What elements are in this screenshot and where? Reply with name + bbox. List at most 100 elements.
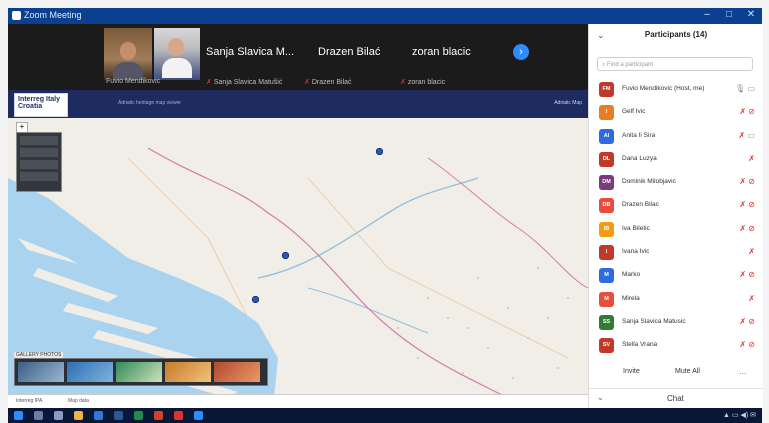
header-right-label: Adriatic Map	[554, 100, 582, 106]
participant-name: Iva Biletic	[622, 224, 650, 232]
powerpoint-icon[interactable]	[154, 411, 163, 420]
zoom-taskbar-icon[interactable]	[194, 411, 203, 420]
participant-row[interactable]: I Gelf Ivic ✗ ⊘	[589, 101, 763, 124]
video-thumbnail-2[interactable]	[154, 28, 200, 80]
participant-status-icons: ✗	[748, 154, 755, 163]
map-footer: Interreg IPA Map data	[8, 394, 588, 408]
mic-muted-icon: ✗	[739, 223, 747, 233]
avatar: SS	[599, 314, 614, 330]
footer-mid: Map data	[68, 398, 89, 404]
screen-frame: Zoom Meeting – □ ✕ Sanja Slavica M... Dr…	[0, 0, 769, 423]
maximize-icon[interactable]: □	[722, 9, 736, 20]
participant-row[interactable]: DL Dana Luzya ✗	[589, 148, 763, 171]
thumb-label-2-text: Sanja Slavica Matušić	[213, 79, 283, 86]
participant-name: Dominik Milobjavic	[622, 178, 676, 186]
participant-name: Ivana Ivic	[622, 248, 650, 256]
start-icon[interactable]	[14, 411, 23, 420]
thumb-label-3-text: Drazen Bilać	[311, 79, 352, 86]
thumb-label-1: Fuvio Mendikovic	[106, 78, 161, 85]
footer-left: Interreg IPA	[16, 398, 43, 404]
participant-row[interactable]: AI Anita Ii Sira ✗ ▭	[589, 125, 763, 148]
close-icon[interactable]: ✕	[744, 9, 758, 20]
system-tray[interactable]: ▲ ▭ ◀) ✉	[723, 411, 756, 419]
participant-name: Stella Vrana	[622, 341, 658, 349]
speaker-name-3: zoran blacic	[412, 46, 471, 58]
app-icon[interactable]	[174, 411, 183, 420]
participant-row[interactable]: DM Dominik Milobjavic ✗ ⊘	[589, 171, 763, 194]
participant-row[interactable]: M Mirela ✗	[589, 288, 763, 311]
chat-title: Chat	[667, 394, 684, 403]
speaker-name-1: Sanja Slavica M...	[206, 46, 295, 58]
participant-row[interactable]: M Marko ✗ ⊘	[589, 264, 763, 287]
avatar: SV	[599, 338, 614, 354]
video-thumbnail-1[interactable]	[104, 28, 152, 80]
speaker-name-2: Drazen Bilać	[318, 46, 381, 58]
participant-row[interactable]: I Ivana Ivic ✗	[589, 241, 763, 264]
participant-name: Drazen Bilac	[622, 201, 659, 209]
chevron-right-icon[interactable]: ›	[513, 44, 529, 60]
gallery-photo[interactable]	[18, 362, 64, 382]
participant-row[interactable]: SV Stella Vrana ✗ ⊘	[589, 334, 763, 357]
map-header: Interreg Italy Croatia Adriatic heritage…	[8, 90, 588, 118]
participant-status-icons: ✗ ▭	[739, 131, 756, 140]
video-off-icon: ⊘	[748, 200, 755, 210]
participant-name: Mirela	[622, 294, 640, 302]
participant-row[interactable]: IB Iva Biletic ✗ ⊘	[589, 218, 763, 241]
video-off-icon: ⊘	[748, 177, 755, 187]
gallery-photo[interactable]	[116, 362, 162, 382]
person-body	[162, 58, 192, 78]
avatar: DL	[599, 151, 614, 167]
folder-icon[interactable]	[74, 411, 83, 420]
mic-icon: 🎙	[735, 84, 746, 93]
participant-row[interactable]: FM Fuvio Mendikovic (Host, me) 🎙 ▭	[589, 78, 763, 101]
video-off-icon: ⊘	[748, 340, 755, 350]
participant-status-icons: ✗ ⊘	[739, 107, 755, 116]
mic-muted-icon: ✗	[304, 79, 310, 86]
participant-status-icons: ✗ ⊘	[739, 270, 755, 279]
participant-row[interactable]: DB Drazen Bilac ✗ ⊘	[589, 194, 763, 217]
photo-gallery[interactable]	[14, 358, 268, 386]
video-off-icon: ⊘	[748, 107, 755, 117]
invite-button[interactable]: Invite	[623, 368, 640, 375]
gallery-photo[interactable]	[214, 362, 260, 382]
task-view-icon[interactable]	[54, 411, 63, 420]
participant-search-input[interactable]: ⌕ Find a participant	[597, 57, 753, 71]
mic-muted-icon: ✗	[739, 200, 747, 210]
participants-panel: ⌄ Participants (14) ⌕ Find a participant…	[588, 24, 763, 408]
map-marker[interactable]	[376, 148, 383, 155]
header-caption: Adriatic heritage map viewer	[118, 100, 182, 106]
word-icon[interactable]	[114, 411, 123, 420]
participant-status-icons: ✗ ⊘	[739, 177, 755, 186]
avatar: DM	[599, 175, 614, 191]
mic-muted-icon: ✗	[748, 247, 755, 257]
map-marker[interactable]	[252, 296, 259, 303]
participant-name: Marko	[622, 271, 641, 279]
chevron-down-icon[interactable]: ⌄	[597, 393, 604, 402]
participant-status-icons: ✗	[748, 294, 755, 303]
gallery-photo[interactable]	[165, 362, 211, 382]
thumb-label-4-text: zoran blacic	[407, 79, 446, 86]
window-controls: – □ ✕	[700, 9, 758, 20]
more-options-button[interactable]: ...	[739, 366, 747, 376]
gallery-photo[interactable]	[67, 362, 113, 382]
participant-status-icons: ✗	[748, 247, 755, 256]
mic-muted-icon: ✗	[738, 130, 746, 140]
participants-title: Participants (14)	[644, 30, 708, 39]
avatar: M	[599, 291, 614, 307]
avatar: DB	[599, 198, 614, 214]
search-icon[interactable]	[34, 411, 43, 420]
participant-row[interactable]: SS Sanja Slavica Matusic ✗ ⊘	[589, 311, 763, 334]
map-marker[interactable]	[282, 252, 289, 259]
participant-name: Anita Ii Sira	[622, 131, 656, 139]
mute-all-button[interactable]: Mute All	[675, 368, 700, 375]
participant-name: Gelf Ivic	[622, 108, 646, 116]
minimize-icon[interactable]: –	[700, 9, 714, 20]
avatar: I	[599, 245, 614, 261]
zoom-app-icon	[12, 11, 21, 20]
excel-icon[interactable]	[134, 411, 143, 420]
edge-icon[interactable]	[94, 411, 103, 420]
shared-screen[interactable]: Interreg Italy Croatia Adriatic heritage…	[8, 90, 588, 408]
mic-muted-icon: ✗	[739, 340, 747, 350]
map-layer-panel[interactable]	[16, 132, 62, 192]
chat-section[interactable]: ⌄ Chat	[589, 388, 763, 409]
